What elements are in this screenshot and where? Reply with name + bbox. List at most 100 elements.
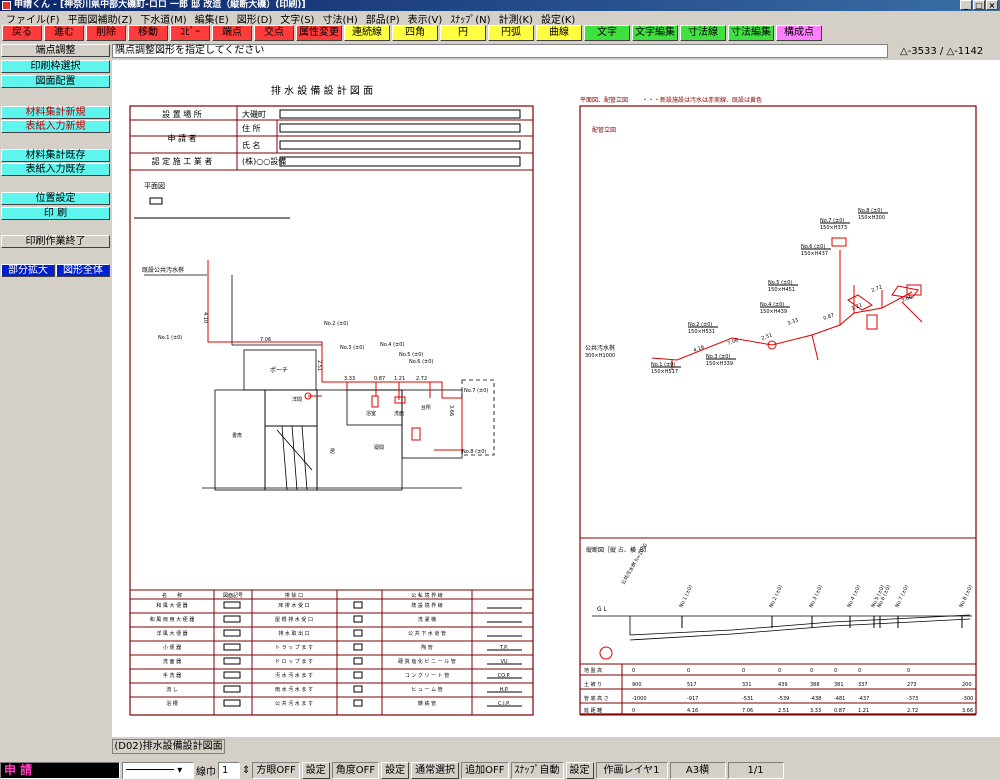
- profile-cell-1-8: 273: [907, 682, 917, 688]
- select-mode-button[interactable]: 通常選択: [411, 761, 460, 779]
- toolbar-button-0[interactable]: 戻る: [2, 25, 42, 41]
- legend-symbol-2: [223, 629, 241, 637]
- snap-mode[interactable]: ｽﾅｯﾌﾟ自動: [510, 761, 564, 779]
- profile-node-8: No.8 (±0): [958, 584, 974, 609]
- menu-item-11[interactable]: 設定(K): [537, 11, 579, 26]
- drawing-canvas[interactable]: 排 水 設 備 設 計 図 面 設 置 場 所 申 請 者 認 定 施 工 業 …: [112, 60, 1000, 737]
- add-toggle[interactable]: 追加OFF: [461, 761, 509, 779]
- toolbar: 戻る 進む 削除 移動 ｺﾋﾟｰ 端点 交点 属性変更 連続線 四角円円弧 曲線 文字 文字編集 寸法線寸…: [0, 25, 1000, 42]
- profile-cell-0-4: 0: [778, 668, 781, 674]
- snap-settings-button[interactable]: 設定: [565, 761, 594, 779]
- toolbar-button-16[interactable]: 寸法編集: [728, 25, 774, 41]
- toolbar-button-1[interactable]: 進む: [44, 25, 84, 41]
- toolbar-button-8[interactable]: 連続線: [344, 25, 390, 41]
- toolbar-button-9[interactable]: 四角: [392, 25, 438, 41]
- address-label: 住 所: [242, 123, 261, 133]
- line-style-select[interactable]: ▾: [122, 761, 194, 779]
- toolbar-button-14[interactable]: 文字編集: [632, 25, 678, 41]
- profile-cell-3-1: 4.16: [687, 708, 698, 714]
- menu-item-2[interactable]: 下水道(M): [136, 11, 190, 26]
- maximize-button[interactable]: □: [973, 0, 985, 10]
- legend-pipe-5: コ ン ク リ ー ト 管: [405, 672, 450, 679]
- menu-item-3[interactable]: 編集(E): [191, 11, 233, 26]
- menu-item-0[interactable]: ファイル(F): [2, 11, 64, 26]
- toolbar-button-7[interactable]: 属性変更: [296, 25, 342, 41]
- angle-settings-button[interactable]: 設定: [381, 761, 410, 779]
- cover-new-button[interactable]: 表紙入力新規: [1, 120, 110, 133]
- left-panel: 端点調整 印刷枠選択 図面配置 材料集計新規 表紙入力新規 材料集計既存 表紙入…: [0, 44, 111, 737]
- right-note: ・・・新設施設は汚水は赤実線、既設は黄色: [642, 96, 762, 104]
- legend-name-5: 手 洗 器: [163, 672, 181, 679]
- toolbar-button-15[interactable]: 寸法線: [680, 25, 726, 41]
- position-setting-button[interactable]: 位置設定: [1, 192, 110, 205]
- menu-item-8[interactable]: 表示(V): [404, 11, 447, 26]
- material-new-button[interactable]: 材料集計新規: [1, 106, 110, 119]
- drawing-layout-button[interactable]: 図面配置: [1, 75, 110, 88]
- toolbar-button-12[interactable]: 曲線: [536, 25, 582, 41]
- toolbar-button-10[interactable]: 円: [440, 25, 486, 41]
- contractor-label: 認 定 施 工 業 者: [152, 156, 213, 166]
- legend-name-2: 洋 風 大 便 器: [156, 630, 187, 637]
- angle-toggle[interactable]: 角度OFF: [331, 761, 380, 779]
- grid-toggle[interactable]: 方眼OFF: [252, 761, 300, 779]
- grid-settings-button[interactable]: 設定: [301, 761, 330, 779]
- plan-dim-6: 1.21: [394, 376, 405, 382]
- address-field[interactable]: [279, 123, 521, 133]
- zoom-all-button[interactable]: 図形全体: [56, 264, 110, 277]
- toolbar-button-11[interactable]: 円弧: [488, 25, 534, 41]
- sheet-tab[interactable]: (D02)排水設備設計図面: [112, 739, 225, 754]
- layer-indicator[interactable]: 作画レイヤ1: [595, 761, 668, 779]
- drawing-svg[interactable]: 排 水 設 備 設 計 図 面 設 置 場 所 申 請 者 認 定 施 工 業 …: [112, 60, 1000, 737]
- location-field[interactable]: [279, 109, 521, 119]
- profile-cell-1-0: 900: [632, 682, 642, 688]
- legend-outlet-symbol-7: [353, 699, 363, 707]
- toolbar-button-5[interactable]: 端点: [212, 25, 252, 41]
- menu-item-1[interactable]: 平面図補助(Z): [64, 11, 137, 26]
- profile-node-4: No.4 (±0): [846, 584, 862, 609]
- print-frame-select-button[interactable]: 印刷枠選択: [1, 60, 110, 73]
- toolbar-button-6[interactable]: 交点: [254, 25, 294, 41]
- profile-cell-3-5: 3.33: [810, 708, 821, 714]
- print-button[interactable]: 印 刷: [1, 207, 110, 220]
- app-window: 申請くん - [神奈川県中部大磯町-ロロ 一郎 邸 改造（縦断大磯）(印刷)] …: [0, 0, 1000, 780]
- chevron-down-icon[interactable]: ▾: [177, 765, 182, 776]
- menu-item-5[interactable]: 文字(S): [276, 11, 318, 26]
- close-button[interactable]: ×: [986, 0, 998, 10]
- print-end-button[interactable]: 印刷作業終了: [1, 235, 110, 248]
- legend-outlet-2: 排 水 取 出 口: [278, 630, 309, 637]
- toolbar-button-4[interactable]: ｺﾋﾟｰ: [170, 25, 210, 41]
- line-width-input[interactable]: 1: [218, 761, 240, 779]
- room-study: 書斎: [232, 432, 242, 439]
- spin-icon[interactable]: ⇕: [242, 765, 250, 776]
- menu-item-4[interactable]: 図形(D): [233, 11, 277, 26]
- legend-head-outlet: 排 除 口: [285, 592, 303, 599]
- menu-item-10[interactable]: 計測(K): [495, 11, 537, 26]
- room-living: 居: [330, 449, 335, 455]
- menu-item-6[interactable]: 寸法(H): [318, 11, 361, 26]
- cover-existing-button[interactable]: 表紙入力既存: [1, 163, 110, 176]
- legend-pipe-2: 公 共 下 水 道 管: [408, 630, 446, 637]
- profile-cell-1-3: 331: [742, 682, 752, 688]
- zoom-part-button[interactable]: 部分拡大: [1, 264, 55, 277]
- legend-outlet-1: 屋 根 排 水 受 口: [275, 616, 313, 623]
- legend-symbol-6: [223, 685, 241, 693]
- name-field[interactable]: [279, 140, 521, 150]
- drawing-title: 排 水 設 備 設 計 図 面: [271, 84, 373, 97]
- minimize-button[interactable]: _: [960, 0, 972, 10]
- legend-symbol-7: [223, 699, 241, 707]
- contractor-field[interactable]: [279, 156, 521, 167]
- plan-label: 平面図: [144, 182, 165, 190]
- coordinate-readout: △-3533 / △-1142: [900, 46, 984, 57]
- toolbar-button-3[interactable]: 移動: [128, 25, 168, 41]
- menu-item-7[interactable]: 部品(P): [362, 11, 404, 26]
- plan-node-8: No.8 (±0): [462, 449, 486, 455]
- toolbar-button-2[interactable]: 削除: [86, 25, 126, 41]
- profile-cell-3-6: 0.87: [834, 708, 845, 714]
- title-bar[interactable]: 申請くん - [神奈川県中部大磯町-ロロ 一郎 邸 改造（縦断大磯）(印刷)] …: [0, 0, 1000, 11]
- toolbar-button-13[interactable]: 文字: [584, 25, 630, 41]
- material-existing-button[interactable]: 材料集計既存: [1, 149, 110, 162]
- iso-node-size-7: 150×H373: [820, 225, 847, 231]
- toolbar-button-17[interactable]: 構成点: [776, 25, 822, 41]
- legend-name-7: 浴 槽: [166, 700, 178, 707]
- menu-item-9[interactable]: ｽﾅｯﾌﾟ(N): [446, 11, 494, 26]
